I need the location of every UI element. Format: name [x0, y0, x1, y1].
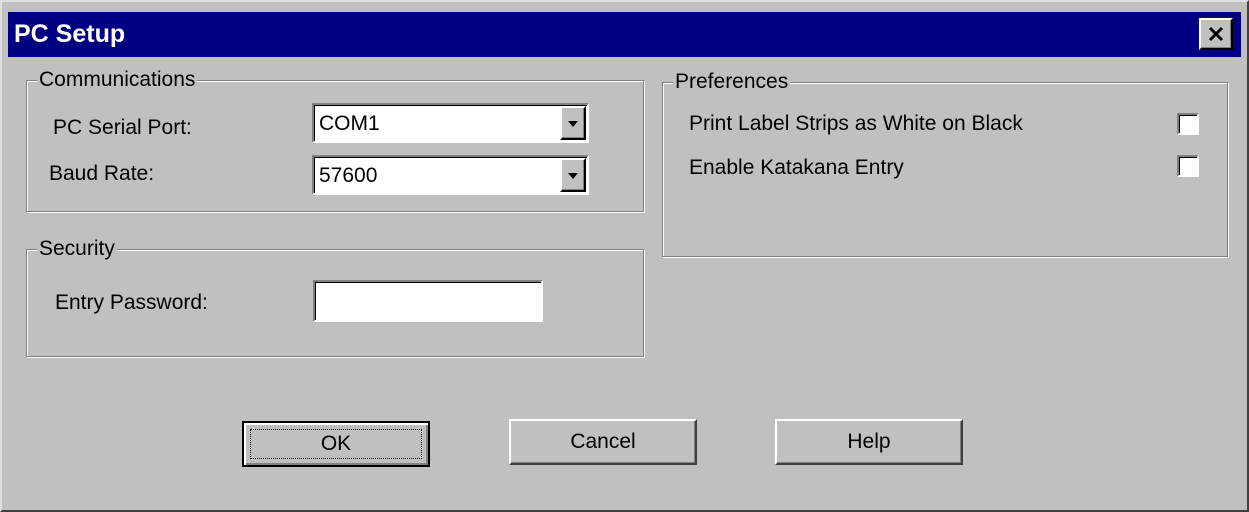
- entry-password-label: Entry Password:: [55, 291, 208, 314]
- print-label-strips-label[interactable]: Print Label Strips as White on Black: [689, 111, 1023, 137]
- ok-button[interactable]: OK: [242, 421, 430, 467]
- help-button-label: Help: [847, 430, 891, 453]
- baud-rate-dropdown-button[interactable]: [560, 158, 586, 192]
- baud-rate-combo[interactable]: 57600: [312, 155, 589, 195]
- katakana-entry-checkbox[interactable]: [1177, 155, 1199, 177]
- serial-port-dropdown-button[interactable]: [560, 106, 586, 140]
- baud-rate-value: 57600: [319, 164, 378, 187]
- entry-password-field[interactable]: [313, 280, 543, 322]
- chevron-down-icon: [568, 173, 578, 179]
- pc-setup-dialog: PC Setup Communications PC Serial Port: …: [0, 0, 1249, 512]
- focus-rectangle: [250, 429, 422, 459]
- chevron-down-icon: [568, 121, 578, 127]
- security-group: Security Entry Password:: [26, 236, 644, 357]
- cancel-button[interactable]: Cancel: [509, 419, 697, 465]
- katakana-entry-label[interactable]: Enable Katakana Entry: [689, 155, 904, 181]
- baud-rate-label: Baud Rate:: [49, 162, 155, 185]
- communications-group: Communications PC Serial Port: COM1 Baud…: [26, 67, 644, 212]
- security-group-label: Security: [37, 236, 117, 262]
- window-title: PC Setup: [14, 20, 126, 48]
- title-bar[interactable]: PC Setup: [8, 12, 1241, 57]
- cancel-button-label: Cancel: [570, 430, 636, 453]
- preferences-group: Preferences Print Label Strips as White …: [662, 69, 1228, 257]
- close-button[interactable]: [1199, 18, 1233, 50]
- preferences-group-label: Preferences: [673, 69, 791, 95]
- close-x-icon: [1208, 26, 1224, 42]
- print-label-strips-checkbox[interactable]: [1177, 113, 1199, 135]
- help-button[interactable]: Help: [775, 419, 963, 465]
- serial-port-label: PC Serial Port:: [53, 116, 192, 139]
- serial-port-combo[interactable]: COM1: [312, 103, 589, 143]
- serial-port-value: COM1: [319, 112, 380, 135]
- communications-group-label: Communications: [37, 67, 198, 93]
